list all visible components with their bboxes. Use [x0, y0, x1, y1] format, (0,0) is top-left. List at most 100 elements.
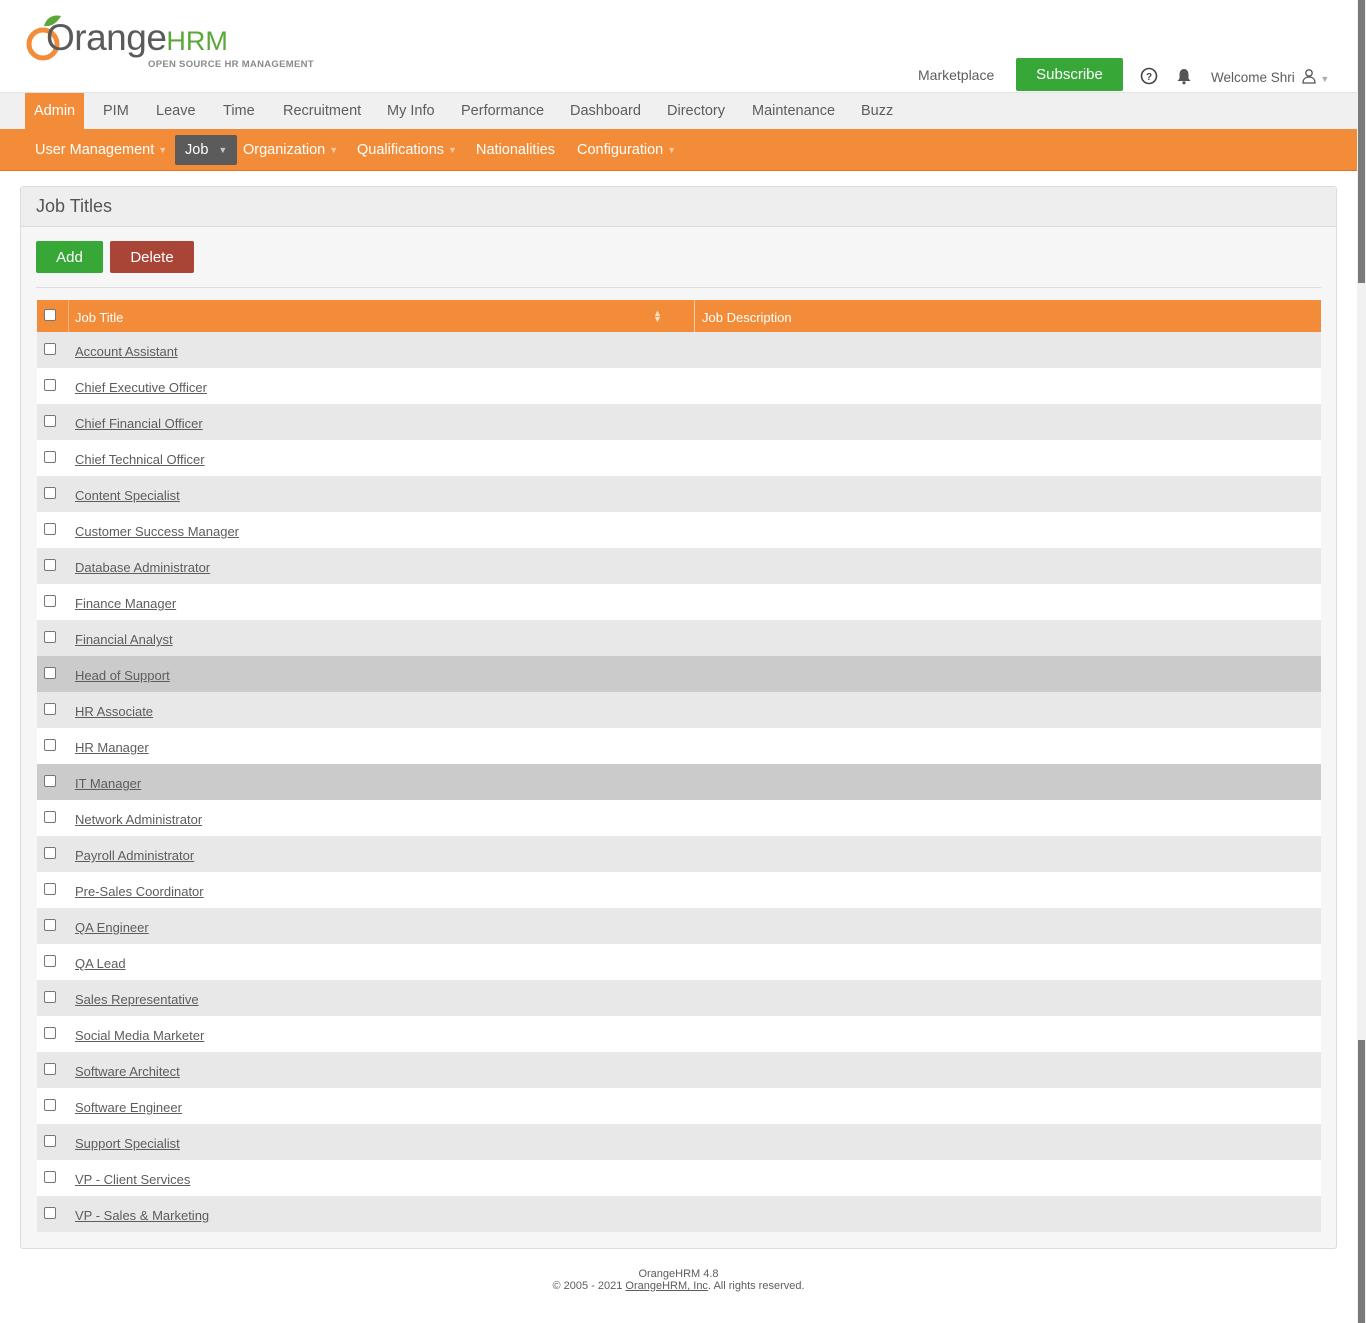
menu-admin[interactable]: Admin	[25, 93, 85, 130]
chevron-down-icon: ▼	[1320, 74, 1330, 84]
row-checkbox[interactable]	[44, 1027, 56, 1039]
job-title-link[interactable]: Database Administrator	[75, 560, 210, 575]
submenu-organization[interactable]: Organization ▼	[233, 135, 348, 165]
menu-leave[interactable]: Leave	[147, 93, 205, 130]
menu-maintenance[interactable]: Maintenance	[743, 93, 844, 130]
job-title-link[interactable]: Software Architect	[75, 1064, 180, 1079]
orangehrm-logo[interactable]: OrangeHRM OPEN SOURCE HR MANAGEMENT	[24, 10, 314, 80]
job-title-link[interactable]: Financial Analyst	[75, 632, 173, 647]
notification-bell-icon[interactable]	[1175, 67, 1193, 85]
job-title-link[interactable]: Chief Financial Officer	[75, 416, 203, 431]
row-checkbox[interactable]	[44, 703, 56, 715]
job-title-link[interactable]: QA Engineer	[75, 920, 149, 935]
table-row: Chief Financial Officer	[37, 404, 1321, 440]
table-row: QA Lead	[37, 944, 1321, 980]
job-title-link[interactable]: Software Engineer	[75, 1100, 182, 1115]
submenu-qualifications[interactable]: Qualifications ▼	[347, 135, 467, 165]
submenu-user-management[interactable]: User Management ▼	[25, 135, 177, 165]
menu-buzz[interactable]: Buzz	[852, 93, 902, 130]
job-title-link[interactable]: Payroll Administrator	[75, 848, 194, 863]
job-title-link[interactable]: QA Lead	[75, 956, 126, 971]
job-title-link[interactable]: Finance Manager	[75, 596, 176, 611]
job-title-link[interactable]: IT Manager	[75, 776, 141, 791]
menu-time[interactable]: Time	[214, 93, 264, 130]
submenu-nationalities[interactable]: Nationalities	[466, 135, 565, 165]
menu-performance[interactable]: Performance	[452, 93, 553, 130]
table-row: Sales Representative	[37, 980, 1321, 1016]
submenu-configuration[interactable]: Configuration ▼	[567, 135, 686, 165]
table-row: Financial Analyst	[37, 620, 1321, 656]
marketplace-link[interactable]: Marketplace	[918, 67, 994, 83]
table-row: IT Manager	[37, 764, 1321, 800]
row-checkbox[interactable]	[44, 1063, 56, 1075]
job-title-link[interactable]: Pre-Sales Coordinator	[75, 884, 204, 899]
delete-button[interactable]: Delete	[110, 241, 194, 273]
row-checkbox[interactable]	[44, 451, 56, 463]
job-title-link[interactable]: Content Specialist	[75, 488, 180, 503]
row-checkbox[interactable]	[44, 559, 56, 571]
help-icon[interactable]: ?	[1140, 67, 1158, 85]
table-row: Customer Success Manager	[37, 512, 1321, 548]
subscribe-button[interactable]: Subscribe	[1016, 58, 1123, 91]
row-checkbox[interactable]	[44, 991, 56, 1003]
row-checkbox[interactable]	[44, 883, 56, 895]
welcome-user-menu[interactable]: Welcome Shri ▼	[1211, 68, 1329, 85]
row-checkbox[interactable]	[44, 1171, 56, 1183]
job-title-link[interactable]: HR Manager	[75, 740, 149, 755]
row-checkbox[interactable]	[44, 1099, 56, 1111]
row-checkbox[interactable]	[44, 667, 56, 679]
table-row: Database Administrator	[37, 548, 1321, 584]
job-title-link[interactable]: VP - Client Services	[75, 1172, 190, 1187]
sort-icon[interactable]: ▲ ▼	[653, 309, 662, 324]
table-row: Software Engineer	[37, 1088, 1321, 1124]
row-checkbox[interactable]	[44, 343, 56, 355]
job-titles-panel: Job Titles Add Delete Job Title ▲ ▼ Job D…	[20, 186, 1337, 1249]
menu-dashboard[interactable]: Dashboard	[561, 93, 650, 130]
row-checkbox[interactable]	[44, 955, 56, 967]
company-link[interactable]: OrangeHRM, Inc	[625, 1280, 708, 1292]
job-title-link[interactable]: Social Media Marketer	[75, 1028, 204, 1043]
row-checkbox[interactable]	[44, 1207, 56, 1219]
row-checkbox[interactable]	[44, 739, 56, 751]
vertical-scrollbar[interactable]	[1357, 0, 1366, 1323]
menu-recruitment[interactable]: Recruitment	[274, 93, 370, 130]
row-checkbox[interactable]	[44, 523, 56, 535]
menu-pim[interactable]: PIM	[94, 93, 138, 130]
menu-directory[interactable]: Directory	[658, 93, 734, 130]
job-title-link[interactable]: Customer Success Manager	[75, 524, 239, 539]
submenu-job-label: Job	[185, 142, 209, 158]
row-checkbox[interactable]	[44, 847, 56, 859]
row-checkbox[interactable]	[44, 919, 56, 931]
row-checkbox[interactable]	[44, 379, 56, 391]
add-button[interactable]: Add	[36, 241, 103, 273]
column-job-title[interactable]: Job Title	[75, 310, 123, 325]
table-header: Job Title ▲ ▼ Job Description	[37, 300, 1321, 332]
menu-my-info[interactable]: My Info	[378, 93, 444, 130]
row-checkbox[interactable]	[44, 595, 56, 607]
job-title-link[interactable]: Head of Support	[75, 668, 170, 683]
job-title-link[interactable]: Support Specialist	[75, 1136, 180, 1151]
row-checkbox[interactable]	[44, 487, 56, 499]
row-checkbox[interactable]	[44, 631, 56, 643]
job-title-link[interactable]: Sales Representative	[75, 992, 199, 1007]
row-checkbox[interactable]	[44, 775, 56, 787]
job-title-link[interactable]: VP - Sales & Marketing	[75, 1208, 209, 1223]
scrollbar-thumb-bottom[interactable]	[1358, 1040, 1365, 1323]
job-title-link[interactable]: HR Associate	[75, 704, 153, 719]
select-all-checkbox[interactable]	[44, 309, 56, 321]
table-row: Finance Manager	[37, 584, 1321, 620]
row-checkbox[interactable]	[44, 1135, 56, 1147]
column-job-description: Job Description	[702, 310, 792, 325]
job-title-link[interactable]: Chief Technical Officer	[75, 452, 205, 467]
job-title-link[interactable]: Network Administrator	[75, 812, 202, 827]
row-checkbox[interactable]	[44, 811, 56, 823]
job-title-link[interactable]: Chief Executive Officer	[75, 380, 207, 395]
row-checkbox[interactable]	[44, 415, 56, 427]
submenu-job[interactable]: Job ▼	[175, 135, 238, 165]
job-title-link[interactable]: Account Assistant	[75, 344, 178, 359]
table-row: Content Specialist	[37, 476, 1321, 512]
logo-wordmark: OrangeHRM	[46, 17, 228, 58]
table-row: Chief Executive Officer	[37, 368, 1321, 404]
scrollbar-thumb-top[interactable]	[1358, 0, 1365, 283]
table-row: QA Engineer	[37, 908, 1321, 944]
